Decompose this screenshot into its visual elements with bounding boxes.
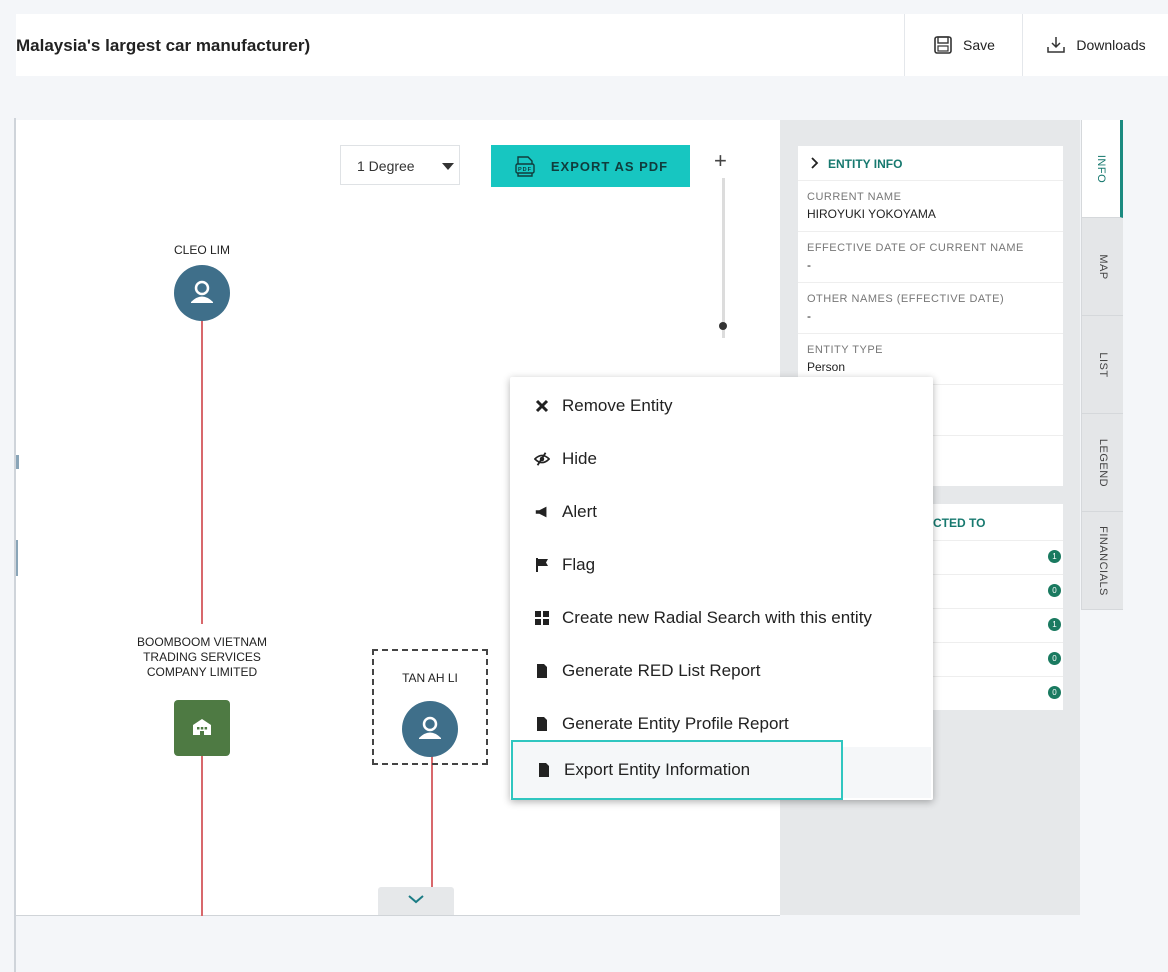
zoom-slider-track[interactable] <box>722 178 725 338</box>
person-node-selected[interactable] <box>402 701 458 757</box>
download-icon <box>1047 37 1066 53</box>
entity-info-title: ENTITY INFO <box>828 157 903 171</box>
degree-select-value: 1 Degree <box>357 158 415 174</box>
downloads-button[interactable]: Downloads <box>1022 14 1168 76</box>
field-effective-date: EFFECTIVE DATE OF CURRENT NAME - <box>798 232 1063 283</box>
save-button[interactable]: Save <box>904 14 1023 76</box>
count-badge: 0 <box>1048 652 1061 665</box>
graph-edge <box>201 756 203 916</box>
edge-mark <box>16 455 19 469</box>
count-badge: 0 <box>1048 686 1061 699</box>
building-icon <box>193 719 211 735</box>
tab-legend[interactable]: LEGEND <box>1081 414 1123 512</box>
zoom-in-button[interactable]: + <box>714 148 727 174</box>
menu-item-red-list-report[interactable]: Generate RED List Report <box>510 644 933 697</box>
tab-list[interactable]: LIST <box>1081 316 1123 414</box>
person-icon <box>419 716 441 739</box>
export-pdf-label: EXPORT AS PDF <box>550 158 669 174</box>
chevron-down-icon <box>408 895 424 904</box>
count-badge: 1 <box>1048 550 1061 563</box>
export-pdf-button[interactable]: PDF EXPORT AS PDF <box>491 145 690 187</box>
menu-hover-bg <box>843 747 931 798</box>
expand-panel-button[interactable] <box>378 887 454 915</box>
grid-icon <box>534 610 550 626</box>
menu-item-alert[interactable]: Alert <box>510 485 933 538</box>
menu-item-export-entity-information[interactable]: Export Entity Information <box>511 740 843 800</box>
page-title: Malaysia's largest car manufacturer) <box>16 36 311 55</box>
menu-item-hide[interactable]: Hide <box>510 432 933 485</box>
context-menu: Remove Entity Hide Alert Flag Create new… <box>510 377 933 800</box>
menu-item-remove-entity[interactable]: Remove Entity <box>510 379 933 432</box>
save-icon <box>934 36 952 54</box>
menu-item-flag[interactable]: Flag <box>510 538 933 591</box>
save-label: Save <box>963 37 995 53</box>
graph-edge <box>201 320 203 624</box>
flag-icon <box>534 557 550 573</box>
downloads-label: Downloads <box>1076 37 1146 53</box>
connected-to-title: CTED TO <box>933 516 986 530</box>
field-other-names: OTHER NAMES (EFFECTIVE DATE) - <box>798 283 1063 334</box>
svg-text:PDF: PDF <box>518 167 532 173</box>
node-label: TAN AH LI <box>402 671 458 685</box>
entity-info-header[interactable]: ENTITY INFO <box>798 146 1063 181</box>
tab-financials[interactable]: FINANCIALS <box>1081 512 1123 610</box>
document-icon <box>534 716 550 732</box>
chevron-right-icon <box>811 157 819 169</box>
document-icon <box>534 663 550 679</box>
zoom-slider-handle[interactable] <box>719 322 727 330</box>
field-current-name: CURRENT NAME HIROYUKI YOKOYAMA <box>798 181 1063 232</box>
document-icon <box>536 762 552 778</box>
edge-mark <box>16 540 18 576</box>
graph-edge <box>431 756 433 888</box>
caret-down-icon <box>442 163 454 170</box>
tab-map[interactable]: MAP <box>1081 218 1123 316</box>
count-badge: 0 <box>1048 584 1061 597</box>
count-badge: 1 <box>1048 618 1061 631</box>
pdf-file-icon: PDF <box>515 156 535 177</box>
degree-select[interactable]: 1 Degree <box>340 145 460 185</box>
megaphone-icon <box>534 504 550 520</box>
eye-slash-icon <box>534 451 550 467</box>
person-node[interactable] <box>174 265 230 321</box>
organization-node[interactable] <box>174 700 230 756</box>
tab-info[interactable]: INFO <box>1081 120 1123 218</box>
node-label: CLEO LIM <box>173 243 230 257</box>
person-icon <box>191 280 213 303</box>
page-header: Malaysia's largest car manufacturer) Sav… <box>16 14 1168 76</box>
menu-item-radial-search[interactable]: Create new Radial Search with this entit… <box>510 591 933 644</box>
close-x-icon <box>534 398 550 414</box>
node-label: BOOMBOOM VIETNAM TRADING SERVICES COMPAN… <box>136 635 267 679</box>
